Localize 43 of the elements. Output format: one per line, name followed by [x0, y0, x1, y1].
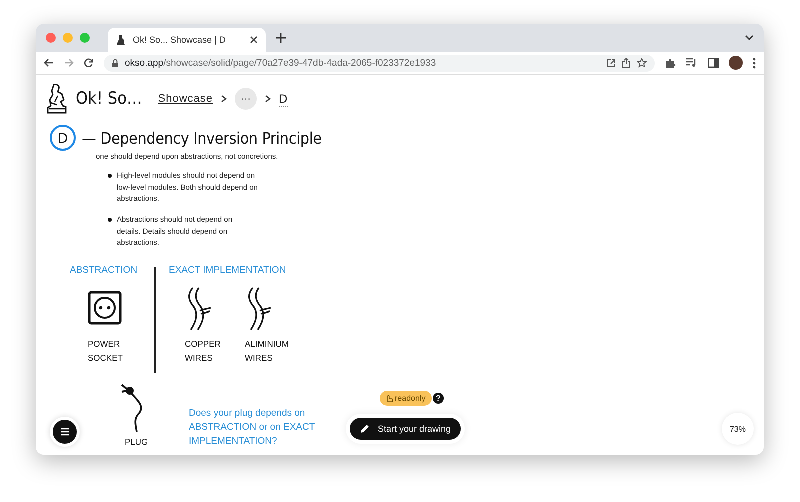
item-caption: ALIMINIUM WIRES	[245, 338, 289, 365]
readonly-badge: readonly	[380, 391, 432, 406]
power-socket-icon	[88, 291, 122, 325]
open-external-icon[interactable]	[607, 58, 616, 68]
section-label: EXACT IMPLEMENTATION	[169, 265, 286, 276]
zoom-level[interactable]: 73%	[722, 413, 754, 445]
sidebar-icon[interactable]	[708, 58, 719, 68]
question-text: Does your plug depends on ABSTRACTION or on EXACT IMPLEMENTATION?	[189, 407, 316, 449]
bullet-dot	[108, 218, 112, 222]
reload-icon[interactable]	[84, 58, 94, 68]
media-list-icon[interactable]	[686, 58, 698, 68]
item-caption: POWER SOCKET	[88, 338, 123, 365]
logo-text[interactable]: Ok! So…	[76, 89, 142, 109]
bullet-dot	[108, 174, 112, 178]
pencil-icon	[360, 424, 370, 434]
avatar[interactable]	[729, 56, 743, 70]
letter-badge: D	[50, 125, 76, 151]
hamburger-menu-icon	[60, 428, 70, 436]
more-breadcrumbs-button[interactable]: ···	[235, 88, 258, 110]
chevron-down-icon[interactable]	[745, 35, 754, 41]
address-bar[interactable]: okso.app/showcase/solid/page/70a27e39-47db-4ada-2065-f023372e1933	[104, 54, 655, 72]
puzzle-icon[interactable]	[665, 58, 676, 68]
new-tab-icon[interactable]	[276, 33, 286, 43]
page-title: — Dependency Inversion Principle	[82, 128, 322, 148]
help-button[interactable]: ?	[433, 393, 444, 404]
chevron-right-icon	[221, 95, 228, 103]
star-icon[interactable]	[637, 58, 647, 68]
close-icon[interactable]	[250, 36, 258, 44]
chevron-right-icon	[265, 95, 272, 103]
breadcrumb-current[interactable]: D	[279, 92, 288, 106]
thinker-statue-drawing[interactable]	[46, 83, 68, 115]
breadcrumb-link[interactable]: Showcase	[158, 93, 214, 105]
browser-tab[interactable]: Ok! So... Showcase | D	[108, 28, 266, 52]
item-caption: COPPER WIRES	[185, 338, 221, 365]
item-caption: PLUG	[125, 436, 148, 449]
menu-icon[interactable]	[753, 58, 756, 68]
section-label: ABSTRACTION	[70, 265, 138, 276]
menu-button[interactable]	[50, 417, 80, 447]
url-text: okso.app/showcase/solid/page/70a27e39-47db-4ada-2065-f023372e1933	[125, 58, 436, 68]
share-icon[interactable]	[622, 58, 631, 68]
back-icon[interactable]	[44, 58, 54, 68]
start-drawing-button[interactable]: Start your drawing	[350, 418, 462, 440]
lock-icon	[112, 58, 119, 68]
